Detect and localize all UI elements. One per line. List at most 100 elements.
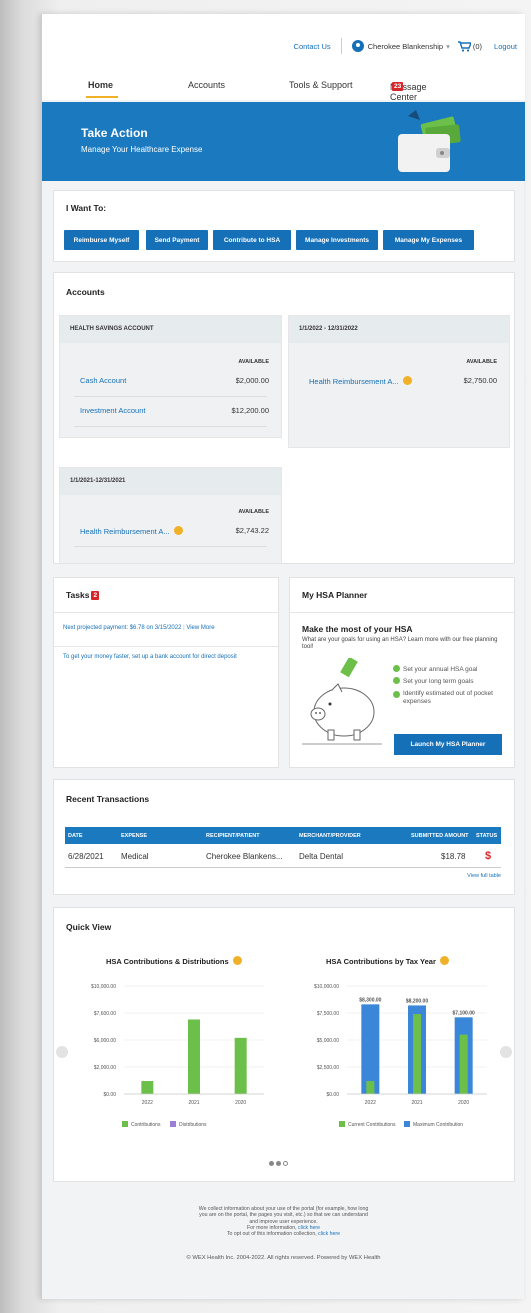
hra-2021-label: Health Reimbursement A... — [80, 527, 170, 536]
bar-current-contribution[interactable] — [413, 1014, 421, 1094]
i-want-to-card: I Want To: — [53, 190, 515, 262]
carousel-dot[interactable] — [276, 1161, 281, 1166]
user-icon — [351, 40, 364, 52]
hsa-planner-card: My HSA Planner Make the most of your HSA… — [289, 577, 515, 768]
check-item-label: Set your annual HSA goal — [403, 666, 478, 673]
contact-us-link[interactable]: Contact Us — [294, 42, 331, 51]
user-menu[interactable]: Cherokee Blankenship ▾ — [351, 40, 450, 52]
main-nav: Home Accounts Tools & Support Message Ce… — [42, 78, 525, 102]
contributions-distributions-chart: $10,000.00 $7,600.00 $6,000.00 $2,000.00 $0.… — [91, 984, 264, 1128]
take-action-banner: Take Action Manage Your Healthcare Expen… — [42, 102, 525, 181]
reimburse-myself-button[interactable]: Reimburse Myself — [64, 230, 139, 250]
y-tick-label: $6,000.00 — [94, 1038, 116, 1044]
available-label: AVAILABLE — [466, 359, 497, 365]
y-tick-label: $10,000.00 — [314, 984, 339, 990]
carousel-next-button[interactable] — [500, 1046, 512, 1058]
tasks-title: Tasks 2 — [66, 590, 100, 600]
cash-account-value: $2,000.00 — [235, 376, 269, 385]
more-info-link[interactable]: click here — [298, 1225, 320, 1231]
column-header[interactable]: MERCHANT/PROVIDER — [299, 833, 361, 839]
bar-current-contribution[interactable] — [366, 1081, 375, 1094]
cell-recipient: Cherokee Blankens... — [206, 852, 283, 861]
legend-swatch[interactable] — [170, 1121, 176, 1127]
carousel-dot[interactable] — [269, 1161, 274, 1166]
accounts-title: Accounts — [66, 287, 105, 297]
task-item-payment[interactable]: Next projected payment: $6.78 on 3/15/20… — [63, 624, 259, 632]
manage-investments-button[interactable]: Manage Investments — [296, 230, 378, 250]
footer-line: To opt out of this information collectio… — [42, 1231, 525, 1237]
recent-transactions-card: Recent Transactions DATE EXPENSE RECIPIE… — [53, 779, 515, 895]
contribute-to-hsa-button[interactable]: Contribute to HSA — [213, 230, 291, 250]
view-full-table-link[interactable]: View full table — [467, 873, 501, 879]
check-item-label: Set your long term goals — [403, 678, 474, 685]
legend-swatch[interactable] — [122, 1121, 128, 1127]
cell-amount: $18.78 — [441, 852, 466, 861]
divider — [340, 38, 342, 54]
investment-account-link[interactable]: Investment Account — [80, 406, 145, 415]
bar-contributions[interactable] — [234, 1037, 247, 1094]
header: Contact Us Cherokee Blankenship ▾ (0) Lo… — [42, 14, 525, 102]
legend-swatch[interactable] — [404, 1121, 410, 1127]
hsa-account-panel: HEALTH SAVINGS ACCOUNT AVAILABLE Cash Ac… — [59, 315, 282, 438]
y-tick-label: $2,500.00 — [317, 1065, 339, 1071]
column-header[interactable]: EXPENSE — [121, 833, 147, 839]
footer: We collect information about your use of… — [42, 1206, 525, 1262]
piggy-bank-icon — [302, 658, 382, 745]
divider — [290, 612, 514, 613]
logout-link[interactable]: Logout — [494, 42, 517, 51]
y-tick-label: $7,500.00 — [317, 1011, 339, 1017]
task-item-bank-account[interactable]: To get your money faster, set up a bank … — [63, 653, 263, 661]
bar-current-contribution[interactable] — [459, 1034, 468, 1094]
tab-home[interactable]: Home — [88, 80, 113, 90]
bar-contributions[interactable] — [141, 1081, 154, 1094]
chart1-title: HSA Contributions & Distributions — [106, 956, 242, 966]
bar-maximum-contribution[interactable] — [361, 1004, 380, 1094]
x-tick-label: 2022 — [142, 1100, 153, 1106]
table-row[interactable]: 6/28/2021 Medical Cherokee Blankens... D… — [65, 846, 501, 868]
user-name: Cherokee Blankenship — [367, 41, 444, 51]
planner-headline: Make the most of your HSA — [302, 624, 413, 634]
divider — [54, 646, 278, 647]
legend-swatch[interactable] — [339, 1121, 345, 1127]
cart-button[interactable]: (0) — [457, 40, 482, 52]
info-icon[interactable] — [402, 376, 412, 385]
x-tick-label: 2021 — [411, 1100, 422, 1106]
i-want-to-title: I Want To: — [66, 203, 107, 213]
cash-account-link[interactable]: Cash Account — [80, 376, 126, 385]
tasks-count-badge: 2 — [91, 591, 100, 600]
carousel-prev-button[interactable] — [56, 1046, 68, 1058]
check-item: Set your annual HSA goal — [393, 664, 505, 676]
hra-2021-link[interactable]: Health Reimbursement A... — [80, 526, 183, 536]
y-tick-label: $2,000.00 — [94, 1065, 116, 1071]
check-item: Set your long term goals — [393, 676, 505, 688]
tasks-card: Tasks 2 Next projected payment: $6.78 on … — [53, 577, 279, 768]
view-more-link[interactable]: View More — [186, 625, 214, 631]
carousel-dot[interactable] — [283, 1161, 288, 1166]
status-dollar-icon[interactable]: $ — [485, 850, 491, 862]
column-header[interactable]: DATE — [68, 833, 83, 839]
opt-out-link[interactable]: click here — [318, 1231, 340, 1237]
tab-accounts[interactable]: Accounts — [188, 80, 225, 90]
manage-my-expenses-button[interactable]: Manage My Expenses — [383, 230, 474, 250]
info-icon[interactable] — [439, 956, 449, 965]
transactions-title: Recent Transactions — [66, 794, 150, 804]
hra-2022-label: Health Reimbursement A... — [309, 377, 399, 386]
launch-hsa-planner-button[interactable]: Launch My HSA Planner — [394, 734, 502, 755]
copyright: © WEX Health Inc. 2004-2022. All rights … — [186, 1255, 381, 1262]
column-header[interactable]: RECIPIENT/PATIENT — [206, 833, 260, 839]
tab-tools-support[interactable]: Tools & Support — [289, 80, 353, 90]
info-icon[interactable] — [173, 526, 183, 535]
footer-text: For more information, — [247, 1224, 299, 1231]
chart2-title: HSA Contributions by Tax Year — [326, 956, 449, 966]
x-tick-label: 2020 — [235, 1100, 246, 1106]
hra-2022-value: $2,750.00 — [463, 376, 497, 385]
column-header[interactable]: STATUS — [476, 833, 497, 839]
send-payment-button[interactable]: Send Payment — [146, 230, 208, 250]
hra-2022-link[interactable]: Health Reimbursement A... — [309, 376, 412, 386]
banner-title: Take Action — [81, 126, 148, 140]
column-header[interactable]: SUBMITTED AMOUNT — [411, 833, 469, 839]
bar-contributions[interactable] — [188, 1019, 200, 1094]
info-icon[interactable] — [232, 956, 242, 965]
cell-expense: Medical — [121, 852, 149, 861]
data-label: $8,200.00 — [406, 998, 428, 1004]
